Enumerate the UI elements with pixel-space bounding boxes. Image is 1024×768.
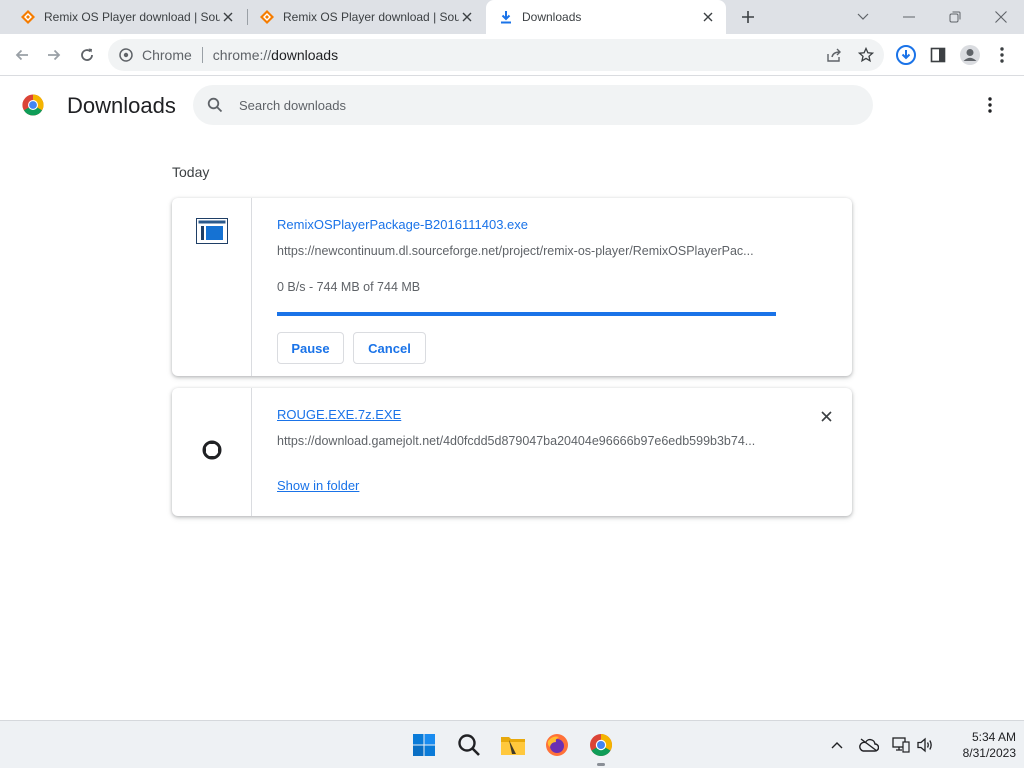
restore-button[interactable] <box>932 0 978 34</box>
close-window-button[interactable] <box>978 0 1024 34</box>
start-menu-icon[interactable] <box>410 731 438 759</box>
chrome-running-indicator <box>597 763 605 766</box>
chrome-site-icon <box>118 47 134 63</box>
pause-button[interactable]: Pause <box>277 332 344 364</box>
show-hidden-icons-chevron-icon[interactable] <box>827 735 847 755</box>
forward-button[interactable] <box>42 43 66 67</box>
tab-close-icon[interactable] <box>220 9 236 25</box>
generic-file-icon <box>201 439 223 466</box>
network-icon[interactable] <box>891 735 911 755</box>
tab-close-icon[interactable] <box>700 9 716 25</box>
tab-title: Downloads <box>522 10 582 24</box>
chrome-menu-icon[interactable] <box>990 43 1014 67</box>
chrome-taskbar-icon[interactable] <box>587 731 615 759</box>
volume-icon[interactable] <box>915 735 935 755</box>
remove-from-list-icon[interactable] <box>816 406 836 426</box>
share-icon[interactable] <box>822 43 846 67</box>
file-name-link[interactable]: ROUGE.EXE.7z.EXE <box>277 407 401 422</box>
side-panel-icon[interactable] <box>926 43 950 67</box>
firefox-icon[interactable] <box>543 731 571 759</box>
search-icon <box>205 95 225 115</box>
tab-remix-1[interactable]: Remix OS Player download | SourceForge.n… <box>0 0 246 34</box>
clock-date: 8/31/2023 <box>962 746 1016 760</box>
windows-taskbar: 5:34 AM 8/31/2023 <box>0 720 1024 768</box>
file-icon-column <box>172 388 252 516</box>
bookmark-star-icon[interactable] <box>854 43 878 67</box>
tab-search-chevron-icon[interactable] <box>840 0 886 34</box>
cancel-button[interactable]: Cancel <box>353 332 426 364</box>
date-section-label: Today <box>172 164 210 180</box>
clock-time: 5:34 AM <box>971 730 1016 744</box>
profile-avatar-icon[interactable] <box>958 43 982 67</box>
sourceforge-favicon-icon <box>20 9 36 25</box>
chrome-logo-icon <box>22 94 44 116</box>
back-button[interactable] <box>10 43 34 67</box>
page-title: Downloads <box>67 93 176 118</box>
exe-file-icon <box>195 218 228 376</box>
omnibox-divider <box>201 47 203 63</box>
tab-close-icon[interactable] <box>459 9 475 25</box>
minimize-button[interactable] <box>886 0 932 34</box>
download-progress-bar <box>277 312 776 316</box>
reload-button[interactable] <box>75 43 99 67</box>
sourceforge-favicon-icon <box>259 9 275 25</box>
downloads-indicator-icon[interactable] <box>894 43 918 67</box>
tab-downloads[interactable]: Downloads <box>486 0 726 34</box>
file-source-url: https://download.gamejolt.net/4d0fcdd5d8… <box>277 434 756 448</box>
download-status: 0 B/s - 744 MB of 744 MB <box>277 280 421 294</box>
file-explorer-icon[interactable] <box>499 731 527 759</box>
search-downloads-box[interactable] <box>193 85 873 125</box>
file-icon-column <box>172 198 252 376</box>
browser-toolbar: Chrome chrome:// downloads <box>0 34 1024 76</box>
download-item: ROUGE.EXE.7z.EXE https://download.gamejo… <box>172 388 852 516</box>
address-bar[interactable]: Chrome chrome:// downloads <box>108 39 884 71</box>
site-chip-label: Chrome <box>142 47 192 63</box>
taskbar-clock[interactable]: 5:34 AM 8/31/2023 <box>936 729 1016 761</box>
tab-title: Remix OS Player download | SourceForge.n… <box>283 10 459 24</box>
progress-fill <box>277 312 776 316</box>
more-actions-icon[interactable] <box>978 93 1002 117</box>
show-in-folder-link[interactable]: Show in folder <box>277 478 359 493</box>
download-item: RemixOSPlayerPackage-B2016111403.exe htt… <box>172 198 852 376</box>
download-favicon-icon <box>498 9 514 25</box>
search-input[interactable] <box>239 97 839 113</box>
file-source-url: https://newcontinuum.dl.sourceforge.net/… <box>277 244 754 258</box>
downloads-header: Downloads <box>0 77 1024 133</box>
url-scheme: chrome:// <box>212 47 272 63</box>
file-name-link[interactable]: RemixOSPlayerPackage-B2016111403.exe <box>277 217 528 232</box>
onedrive-cloud-icon[interactable] <box>859 735 879 755</box>
new-tab-button[interactable] <box>736 5 760 29</box>
search-taskbar-icon[interactable] <box>455 731 483 759</box>
tab-title: Remix OS Player download | SourceForge.n… <box>44 10 220 24</box>
tab-remix-2[interactable]: Remix OS Player download | SourceForge.n… <box>239 0 485 34</box>
url-path: downloads <box>271 47 339 63</box>
tab-strip: Remix OS Player download | SourceForge.n… <box>0 0 1024 34</box>
